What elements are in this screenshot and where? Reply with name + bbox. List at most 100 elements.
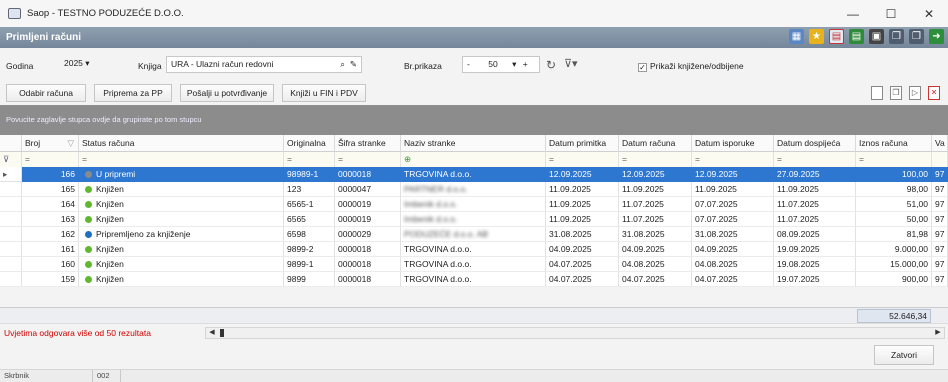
refresh-icon[interactable]: ↻ bbox=[546, 58, 556, 72]
cell-sifra[interactable]: 0000018 bbox=[335, 242, 401, 257]
cell-datum-isporuke[interactable]: 12.09.2025 bbox=[692, 167, 774, 182]
header-iznos[interactable]: Iznos računa bbox=[856, 135, 932, 152]
filter-cell-sifra[interactable]: = bbox=[335, 152, 401, 167]
show-booked-checkbox[interactable]: ✓ Prikaži knjižene/odbijene bbox=[638, 61, 744, 72]
cell-iznos[interactable]: 98,00 bbox=[856, 182, 932, 197]
horizontal-scrollbar[interactable]: ◀ ▶ bbox=[205, 327, 945, 339]
cell-iznos[interactable]: 50,00 bbox=[856, 212, 932, 227]
book-fin-button[interactable]: Knjiži u FIN i PDV bbox=[282, 84, 366, 102]
filter-cell-originalna[interactable]: = bbox=[284, 152, 335, 167]
table-row[interactable]: 163 Knjižen 6565 0000019 Imbenik d.o.o. 11.09… bbox=[0, 212, 948, 227]
cell-datum-dospijeca[interactable]: 08.09.2025 bbox=[774, 227, 856, 242]
row-indicator[interactable] bbox=[0, 242, 22, 257]
cell-naziv[interactable]: TRGOVINA d.o.o. bbox=[401, 272, 546, 287]
cell-naziv[interactable]: PARTNER d.o.o. bbox=[401, 182, 546, 197]
cell-sifra[interactable]: 0000018 bbox=[335, 272, 401, 287]
header-datum-racuna[interactable]: Datum računa bbox=[619, 135, 692, 152]
cell-valuta[interactable]: 97 bbox=[932, 242, 948, 257]
cell-sifra[interactable]: 0000018 bbox=[335, 167, 401, 182]
cell-sifra[interactable]: 0000018 bbox=[335, 257, 401, 272]
cell-datum-racuna[interactable]: 11.09.2025 bbox=[619, 182, 692, 197]
cell-naziv[interactable]: TRGOVINA d.o.o. bbox=[401, 257, 546, 272]
cell-datum-primitka[interactable]: 11.09.2025 bbox=[546, 212, 619, 227]
book-input[interactable]: URA - Ulazni račun redovni ⌕ ✎ bbox=[166, 56, 362, 73]
cell-broj[interactable]: 164 bbox=[22, 197, 79, 212]
cell-datum-primitka[interactable]: 12.09.2025 bbox=[546, 167, 619, 182]
filter-cell-datum-isporuke[interactable]: = bbox=[692, 152, 774, 167]
count-minus[interactable]: - bbox=[467, 59, 470, 69]
cell-datum-racuna[interactable]: 04.08.2025 bbox=[619, 257, 692, 272]
cell-broj[interactable]: 159 bbox=[22, 272, 79, 287]
copy-document-icon[interactable]: ❐ bbox=[890, 86, 902, 100]
prepare-pp-button[interactable]: Priprema za PP bbox=[94, 84, 172, 102]
header-datum-isporuke[interactable]: Datum isporuke bbox=[692, 135, 774, 152]
forward-document-icon[interactable]: ▷ bbox=[909, 86, 921, 100]
cell-datum-dospijeca[interactable]: 11.09.2025 bbox=[774, 182, 856, 197]
star-icon[interactable]: ★ bbox=[809, 29, 824, 44]
table-row[interactable]: 164 Knjižen 6565-1 0000019 Imbenik d.o.o. 11.… bbox=[0, 197, 948, 212]
cell-originalna[interactable]: 9899-1 bbox=[284, 257, 335, 272]
filter-cell-iznos[interactable]: = bbox=[856, 152, 932, 167]
cell-broj[interactable]: 161 bbox=[22, 242, 79, 257]
cell-valuta[interactable]: 97 bbox=[932, 227, 948, 242]
filter-cell-broj[interactable]: = bbox=[22, 152, 79, 167]
cell-datum-racuna[interactable]: 12.09.2025 bbox=[619, 167, 692, 182]
row-indicator[interactable] bbox=[0, 227, 22, 242]
cell-iznos[interactable]: 100,00 bbox=[856, 167, 932, 182]
table-row[interactable]: 159 Knjižen 9899 0000018 TRGOVINA d.o.o. 04.0… bbox=[0, 272, 948, 287]
cell-status[interactable]: Knjižen bbox=[79, 242, 284, 257]
cell-valuta[interactable]: 97 bbox=[932, 197, 948, 212]
new-document-icon[interactable] bbox=[871, 86, 883, 100]
maximize-button[interactable]: ☐ bbox=[872, 0, 910, 27]
cell-datum-primitka[interactable]: 04.07.2025 bbox=[546, 272, 619, 287]
table-row[interactable]: ▸ 166 U pripremi 98989-1 0000018 TRGOVINA d.o… bbox=[0, 167, 948, 182]
layout-icon[interactable]: ▦ bbox=[789, 29, 804, 44]
cell-naziv[interactable]: PODUZEĆE d.o.o. AB bbox=[401, 227, 546, 242]
header-status[interactable]: Status računa bbox=[79, 135, 284, 152]
cell-datum-primitka[interactable]: 11.09.2025 bbox=[546, 182, 619, 197]
pdf-icon[interactable]: ▤ bbox=[829, 29, 844, 44]
cell-sifra[interactable]: 0000047 bbox=[335, 182, 401, 197]
cell-originalna[interactable]: 123 bbox=[284, 182, 335, 197]
exit-icon[interactable]: ➜ bbox=[929, 29, 944, 44]
cell-originalna[interactable]: 6598 bbox=[284, 227, 335, 242]
select-invoice-button[interactable]: Odabir računa bbox=[6, 84, 86, 102]
cell-originalna[interactable]: 6565 bbox=[284, 212, 335, 227]
cell-sifra[interactable]: 0000019 bbox=[335, 197, 401, 212]
cell-datum-primitka[interactable]: 04.07.2025 bbox=[546, 257, 619, 272]
cell-datum-dospijeca[interactable]: 19.09.2025 bbox=[774, 242, 856, 257]
cell-naziv[interactable]: Imbenik d.o.o. bbox=[401, 212, 546, 227]
cell-status[interactable]: Knjižen bbox=[79, 182, 284, 197]
cell-datum-dospijeca[interactable]: 11.07.2025 bbox=[774, 197, 856, 212]
filter-cell-naziv[interactable]: ⊕ bbox=[401, 152, 546, 167]
header-valuta[interactable]: Va bbox=[932, 135, 948, 152]
header-originalna[interactable]: Originalna bbox=[284, 135, 335, 152]
table-row[interactable]: 162 Pripremljeno za knjiženje 6598 0000029 P… bbox=[0, 227, 948, 242]
header-naziv[interactable]: Naziv stranke bbox=[401, 135, 546, 152]
filter-cell-status[interactable]: = bbox=[79, 152, 284, 167]
cell-datum-dospijeca[interactable]: 19.07.2025 bbox=[774, 272, 856, 287]
cell-datum-isporuke[interactable]: 04.09.2025 bbox=[692, 242, 774, 257]
group-by-panel[interactable]: Povucite zaglavlje stupca ovdje da grupi… bbox=[0, 105, 948, 135]
cell-datum-isporuke[interactable]: 11.09.2025 bbox=[692, 182, 774, 197]
cell-originalna[interactable]: 6565-1 bbox=[284, 197, 335, 212]
row-indicator[interactable] bbox=[0, 212, 22, 227]
cell-broj[interactable]: 166 bbox=[22, 167, 79, 182]
count-stepper[interactable]: - 50 ▾ + bbox=[462, 56, 540, 73]
cell-datum-primitka[interactable]: 04.09.2025 bbox=[546, 242, 619, 257]
scroll-left-icon[interactable]: ◀ bbox=[206, 328, 218, 338]
cell-datum-racuna[interactable]: 11.07.2025 bbox=[619, 212, 692, 227]
edit-icon[interactable]: ✎ bbox=[350, 57, 357, 72]
cell-datum-isporuke[interactable]: 04.07.2025 bbox=[692, 272, 774, 287]
row-indicator[interactable] bbox=[0, 257, 22, 272]
cell-originalna[interactable]: 98989-1 bbox=[284, 167, 335, 182]
filter-cell-datum-primitka[interactable]: = bbox=[546, 152, 619, 167]
paste-icon[interactable]: ❐ bbox=[909, 29, 924, 44]
cell-valuta[interactable]: 97 bbox=[932, 212, 948, 227]
cell-valuta[interactable]: 97 bbox=[932, 257, 948, 272]
copy-icon[interactable]: ❐ bbox=[889, 29, 904, 44]
header-datum-primitka[interactable]: Datum primitka bbox=[546, 135, 619, 152]
table-row[interactable]: 160 Knjižen 9899-1 0000018 TRGOVINA d.o.o. 04… bbox=[0, 257, 948, 272]
cell-valuta[interactable]: 97 bbox=[932, 272, 948, 287]
year-select[interactable]: 2025 ▾ bbox=[60, 56, 110, 73]
